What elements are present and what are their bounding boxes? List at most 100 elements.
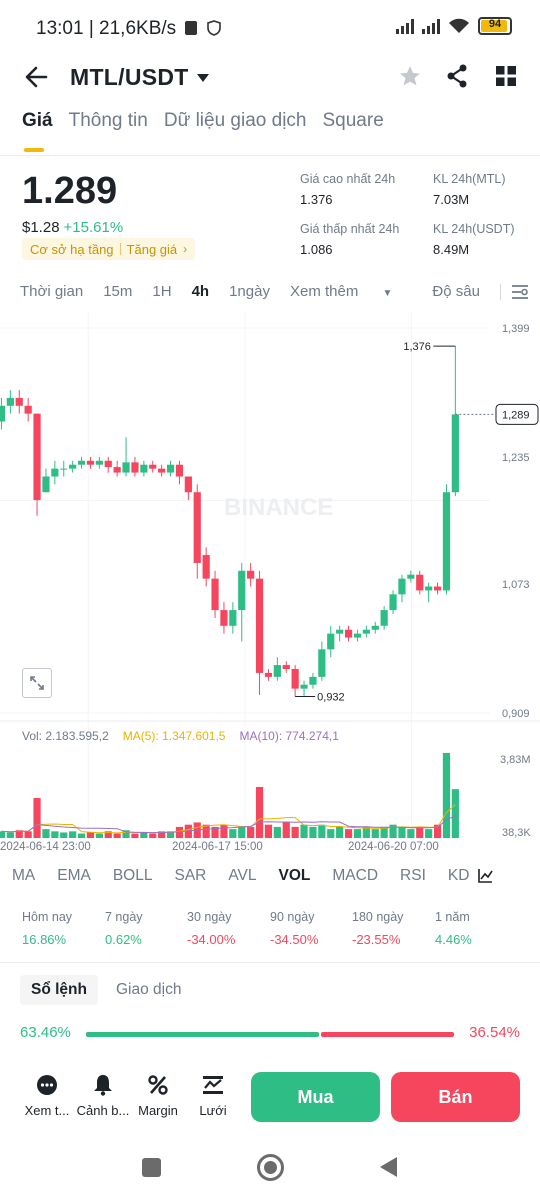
candle-body <box>77 460 86 465</box>
perf-7d: 7 ngày 0.62% <box>105 910 143 947</box>
tf-time[interactable]: Thời gian <box>20 283 83 300</box>
volume-bar <box>6 832 14 838</box>
bell-icon <box>94 1075 112 1096</box>
margin-action[interactable]: Margin <box>130 1072 186 1118</box>
margin-label: Margin <box>138 1103 178 1118</box>
tab-orderbook[interactable]: Sổ lệnh <box>20 975 98 1005</box>
high-24h-value: 1.376 <box>300 192 333 207</box>
y-tick-label: 1,235 <box>502 452 530 464</box>
alert-action[interactable]: Cảnh b... <box>75 1072 131 1118</box>
volume-bar <box>247 826 255 838</box>
vol-tick-label: 3,83M <box>500 754 531 766</box>
home-button[interactable] <box>257 1154 284 1181</box>
pair-selector[interactable]: MTL/USDT <box>70 64 209 91</box>
main-tabs: Giá Thông tin Dữ liệu giao dịch Square <box>22 110 384 152</box>
expand-icon <box>30 676 44 690</box>
vol-summary: Vol: 2.183.595,2 MA(5): 1.347.601,5 MA(1… <box>22 729 339 743</box>
vol-ma5: MA(5): 1.347.601,5 <box>122 729 226 743</box>
ind-boll[interactable]: BOLL <box>113 867 153 885</box>
tab-trades[interactable]: Giao dịch <box>112 975 185 1005</box>
current-price-label: 1,289 <box>502 409 530 421</box>
y-tick-label: 1,399 <box>502 323 530 335</box>
caret-down-icon: ▼ <box>382 288 393 299</box>
volume-bar <box>255 786 264 838</box>
grid-menu-icon[interactable] <box>496 66 516 86</box>
candle-body <box>362 629 370 634</box>
back-arrow-icon[interactable] <box>24 66 48 88</box>
back-button[interactable] <box>378 1156 398 1178</box>
ind-macd[interactable]: MACD <box>332 867 378 885</box>
perf-1y: 1 năm 4.46% <box>435 910 472 947</box>
buy-button[interactable]: Mua <box>251 1072 380 1122</box>
tf-4h[interactable]: 4h <box>192 283 210 300</box>
volume-bar <box>327 829 335 838</box>
candle-body <box>407 574 415 579</box>
shield-icon <box>206 20 221 36</box>
status-time: 13:01 | 21,6KB/s <box>36 18 221 40</box>
volume-bar <box>336 826 344 838</box>
candle-body <box>95 460 103 465</box>
candle-body <box>33 413 41 501</box>
tf-1h[interactable]: 1H <box>152 283 171 300</box>
star-icon[interactable] <box>398 64 422 88</box>
vol-value: Vol: 2.183.595,2 <box>22 729 109 743</box>
ind-avl[interactable]: AVL <box>228 867 256 885</box>
volume-bar <box>113 833 121 838</box>
candle-body <box>336 629 344 634</box>
candle-body <box>255 578 264 673</box>
volume-bar <box>220 824 228 838</box>
share-icon[interactable] <box>446 64 468 88</box>
volume-bar <box>0 831 6 838</box>
chart-settings-icon[interactable] <box>511 284 529 300</box>
candle-body <box>220 610 228 626</box>
candle-body <box>193 492 201 563</box>
ind-ema[interactable]: EMA <box>57 867 91 885</box>
tf-depth[interactable]: Độ sâu <box>432 283 480 300</box>
y-tick-label: 0,909 <box>502 708 530 720</box>
sell-percent: 36.54% <box>469 1024 520 1041</box>
tabs-divider <box>0 155 540 156</box>
signal-icon <box>396 18 414 34</box>
volume-bar <box>264 824 273 838</box>
sell-button[interactable]: Bán <box>391 1072 520 1122</box>
volume-bar <box>344 829 353 838</box>
tf-1d[interactable]: 1ngày <box>229 283 270 300</box>
candle-body <box>131 462 139 473</box>
indicator-settings-icon[interactable] <box>477 868 494 884</box>
candle-body <box>0 405 6 422</box>
grid-action[interactable]: Lưới <box>185 1072 241 1118</box>
perf-label: Hôm nay <box>22 910 73 924</box>
category-tags[interactable]: Cơ sở hạ tầng Tăng giá › <box>22 238 196 260</box>
x-tick-label: 2024-06-14 23:00 <box>0 841 91 853</box>
perf-value: -23.55% <box>352 932 401 947</box>
ind-kd[interactable]: KD <box>448 867 470 885</box>
tf-more[interactable]: Xem thêm ▼ <box>290 283 412 300</box>
candle-body <box>353 633 362 638</box>
ind-rsi[interactable]: RSI <box>400 867 426 885</box>
perf-90d: 90 ngày -34.50% <box>270 910 318 947</box>
vol-usdt-label: KL 24h(USDT) <box>433 222 515 236</box>
candle-body <box>309 676 317 685</box>
tab-square[interactable]: Square <box>323 110 384 132</box>
ind-sar[interactable]: SAR <box>174 867 206 885</box>
tab-info[interactable]: Thông tin <box>69 110 148 132</box>
ind-vol[interactable]: VOL <box>279 867 311 885</box>
tab-trading-data[interactable]: Dữ liệu giao dịch <box>164 110 307 132</box>
ind-ma[interactable]: MA <box>12 867 35 885</box>
tf-divider <box>499 283 501 300</box>
more-action[interactable]: Xem t... <box>19 1072 75 1118</box>
volume-bar <box>95 833 103 838</box>
recents-button[interactable] <box>142 1158 161 1177</box>
price-change: +15.61% <box>63 219 124 236</box>
candle-body <box>389 594 397 611</box>
vol-ma10: MA(10): 774.274,1 <box>239 729 339 743</box>
battery-level: 94 <box>488 18 502 30</box>
tab-price[interactable]: Giá <box>22 110 53 152</box>
volume-bar <box>131 833 139 838</box>
tf-15m[interactable]: 15m <box>103 283 132 300</box>
volume-bar <box>416 826 424 838</box>
expand-chart-button[interactable] <box>22 668 52 698</box>
chevron-right-icon: › <box>183 242 188 256</box>
price-chart[interactable]: BINANCE 1,399 1,235 1,073 0,909 1,289 1,376 0,9… <box>0 313 540 863</box>
candle-body <box>433 586 442 591</box>
